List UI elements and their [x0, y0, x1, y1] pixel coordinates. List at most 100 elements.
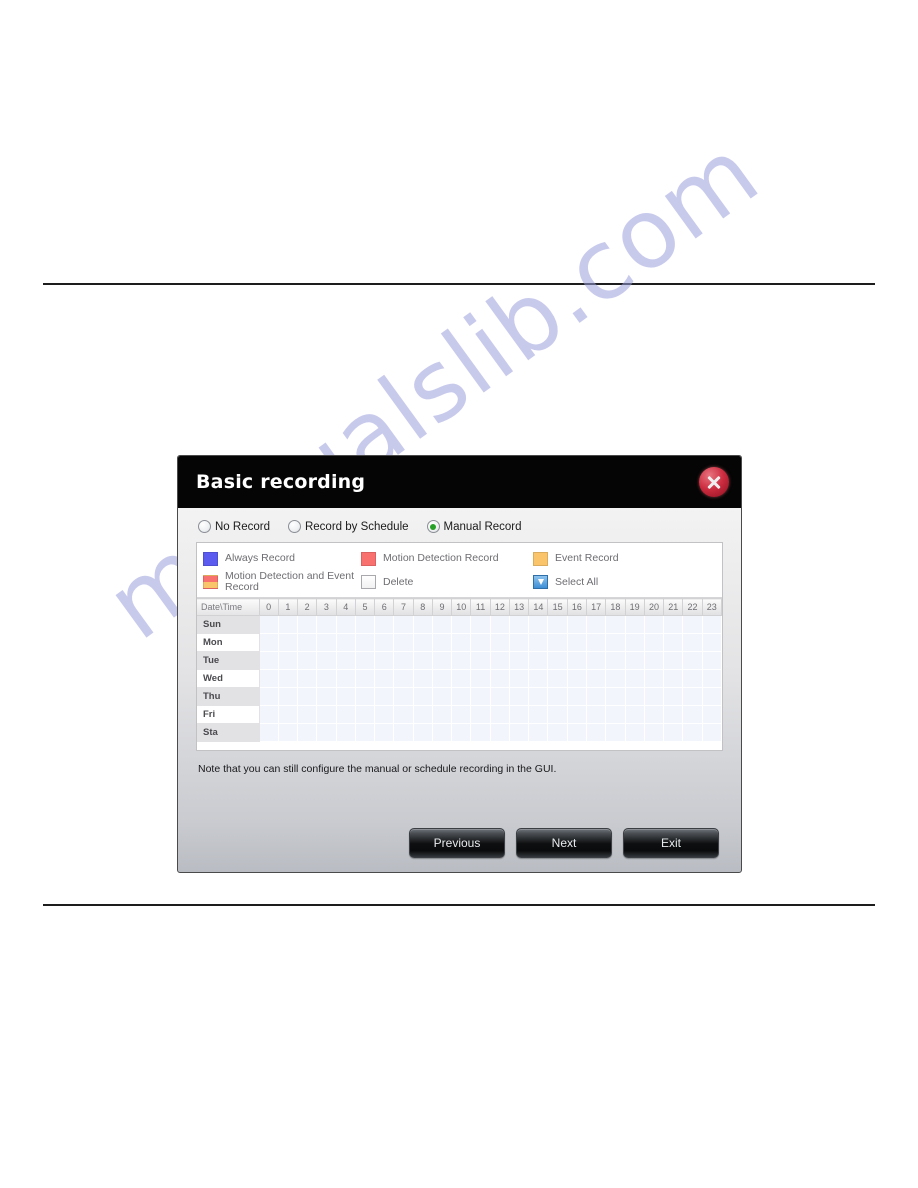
schedule-slot-cell[interactable]	[374, 651, 395, 671]
schedule-slot-cell[interactable]	[547, 687, 568, 707]
schedule-slot-cell[interactable]	[470, 633, 491, 653]
schedule-slot-cell[interactable]	[278, 705, 299, 725]
schedule-slot-cell[interactable]	[316, 687, 337, 707]
schedule-slot-cell[interactable]	[470, 705, 491, 725]
schedule-slot-cell[interactable]	[509, 651, 530, 671]
schedule-slot-cell[interactable]	[316, 651, 337, 671]
schedule-slot-cell[interactable]	[259, 723, 279, 743]
schedule-slot-cell[interactable]	[490, 651, 510, 671]
schedule-slot-cell[interactable]	[490, 723, 510, 743]
schedule-slot-cell[interactable]	[374, 705, 395, 725]
schedule-slot-cell[interactable]	[432, 669, 453, 689]
schedule-slot-cell[interactable]	[663, 705, 684, 725]
schedule-slot-cell[interactable]	[586, 633, 607, 653]
schedule-slot-cell[interactable]	[432, 687, 453, 707]
schedule-slot-cell[interactable]	[702, 669, 723, 689]
schedule-slot-cell[interactable]	[567, 615, 588, 635]
schedule-slot-cell[interactable]	[509, 687, 530, 707]
radio-no-record[interactable]: No Record	[198, 520, 270, 533]
schedule-slot-cell[interactable]	[567, 651, 588, 671]
schedule-slot-cell[interactable]	[547, 669, 568, 689]
schedule-slot-cell[interactable]	[355, 705, 376, 725]
schedule-slot-cell[interactable]	[567, 705, 588, 725]
schedule-slot-cell[interactable]	[451, 723, 472, 743]
schedule-slot-cell[interactable]	[547, 651, 568, 671]
schedule-slot-cell[interactable]	[297, 705, 318, 725]
schedule-slot-cell[interactable]	[393, 669, 414, 689]
schedule-slot-cell[interactable]	[432, 615, 453, 635]
schedule-slot-cell[interactable]	[702, 615, 723, 635]
schedule-slot-cell[interactable]	[682, 633, 703, 653]
schedule-slot-cell[interactable]	[355, 723, 376, 743]
schedule-slot-cell[interactable]	[374, 669, 395, 689]
schedule-slot-cell[interactable]	[355, 651, 376, 671]
schedule-slot-cell[interactable]	[509, 615, 530, 635]
schedule-slot-cell[interactable]	[336, 705, 356, 725]
schedule-slot-cell[interactable]	[297, 651, 318, 671]
schedule-slot-cell[interactable]	[316, 633, 337, 653]
schedule-slot-cell[interactable]	[470, 669, 491, 689]
schedule-slot-cell[interactable]	[451, 705, 472, 725]
schedule-slot-cell[interactable]	[278, 723, 299, 743]
schedule-slot-cell[interactable]	[432, 651, 453, 671]
schedule-slot-cell[interactable]	[336, 669, 356, 689]
schedule-slot-cell[interactable]	[413, 615, 433, 635]
schedule-slot-cell[interactable]	[663, 669, 684, 689]
schedule-slot-cell[interactable]	[528, 651, 549, 671]
schedule-slot-cell[interactable]	[644, 687, 665, 707]
schedule-slot-cell[interactable]	[297, 687, 318, 707]
schedule-slot-cell[interactable]	[702, 687, 723, 707]
schedule-slot-cell[interactable]	[451, 687, 472, 707]
schedule-slot-cell[interactable]	[336, 723, 356, 743]
legend-item-delete[interactable]: Delete	[361, 575, 533, 590]
schedule-slot-cell[interactable]	[605, 705, 626, 725]
schedule-slot-cell[interactable]	[432, 633, 453, 653]
schedule-slot-cell[interactable]	[490, 615, 510, 635]
schedule-slot-cell[interactable]	[625, 687, 645, 707]
schedule-slot-cell[interactable]	[451, 615, 472, 635]
checkbox-delete-icon[interactable]	[361, 575, 376, 590]
schedule-slot-cell[interactable]	[567, 633, 588, 653]
schedule-slot-cell[interactable]	[547, 705, 568, 725]
schedule-slot-cell[interactable]	[374, 633, 395, 653]
schedule-slot-cell[interactable]	[663, 651, 684, 671]
schedule-slot-cell[interactable]	[470, 723, 491, 743]
schedule-slot-cell[interactable]	[259, 615, 279, 635]
schedule-slot-cell[interactable]	[259, 633, 279, 653]
schedule-slot-cell[interactable]	[259, 669, 279, 689]
schedule-slot-cell[interactable]	[682, 687, 703, 707]
schedule-slot-cell[interactable]	[278, 669, 299, 689]
schedule-slot-cell[interactable]	[586, 669, 607, 689]
schedule-slot-cell[interactable]	[702, 723, 723, 743]
schedule-slot-cell[interactable]	[278, 651, 299, 671]
select-all-icon[interactable]	[533, 575, 548, 590]
schedule-slot-cell[interactable]	[605, 687, 626, 707]
schedule-slot-cell[interactable]	[470, 651, 491, 671]
schedule-slot-cell[interactable]	[663, 615, 684, 635]
schedule-slot-cell[interactable]	[663, 633, 684, 653]
schedule-slot-cell[interactable]	[567, 669, 588, 689]
schedule-slot-cell[interactable]	[644, 651, 665, 671]
schedule-slot-cell[interactable]	[682, 651, 703, 671]
schedule-slot-cell[interactable]	[509, 669, 530, 689]
schedule-slot-cell[interactable]	[297, 723, 318, 743]
schedule-slot-cell[interactable]	[528, 705, 549, 725]
schedule-slot-cell[interactable]	[490, 633, 510, 653]
schedule-slot-cell[interactable]	[413, 687, 433, 707]
schedule-slot-cell[interactable]	[605, 651, 626, 671]
schedule-slot-cell[interactable]	[528, 723, 549, 743]
schedule-slot-cell[interactable]	[336, 651, 356, 671]
schedule-slot-cell[interactable]	[567, 687, 588, 707]
schedule-slot-cell[interactable]	[432, 705, 453, 725]
schedule-slot-cell[interactable]	[682, 669, 703, 689]
schedule-slot-cell[interactable]	[625, 651, 645, 671]
previous-button[interactable]: Previous	[409, 828, 505, 858]
schedule-slot-cell[interactable]	[374, 723, 395, 743]
schedule-slot-cell[interactable]	[605, 723, 626, 743]
schedule-slot-cell[interactable]	[470, 615, 491, 635]
schedule-slot-cell[interactable]	[297, 633, 318, 653]
schedule-slot-cell[interactable]	[644, 633, 665, 653]
schedule-slot-cell[interactable]	[625, 723, 645, 743]
schedule-slot-cell[interactable]	[682, 615, 703, 635]
schedule-slot-cell[interactable]	[393, 651, 414, 671]
